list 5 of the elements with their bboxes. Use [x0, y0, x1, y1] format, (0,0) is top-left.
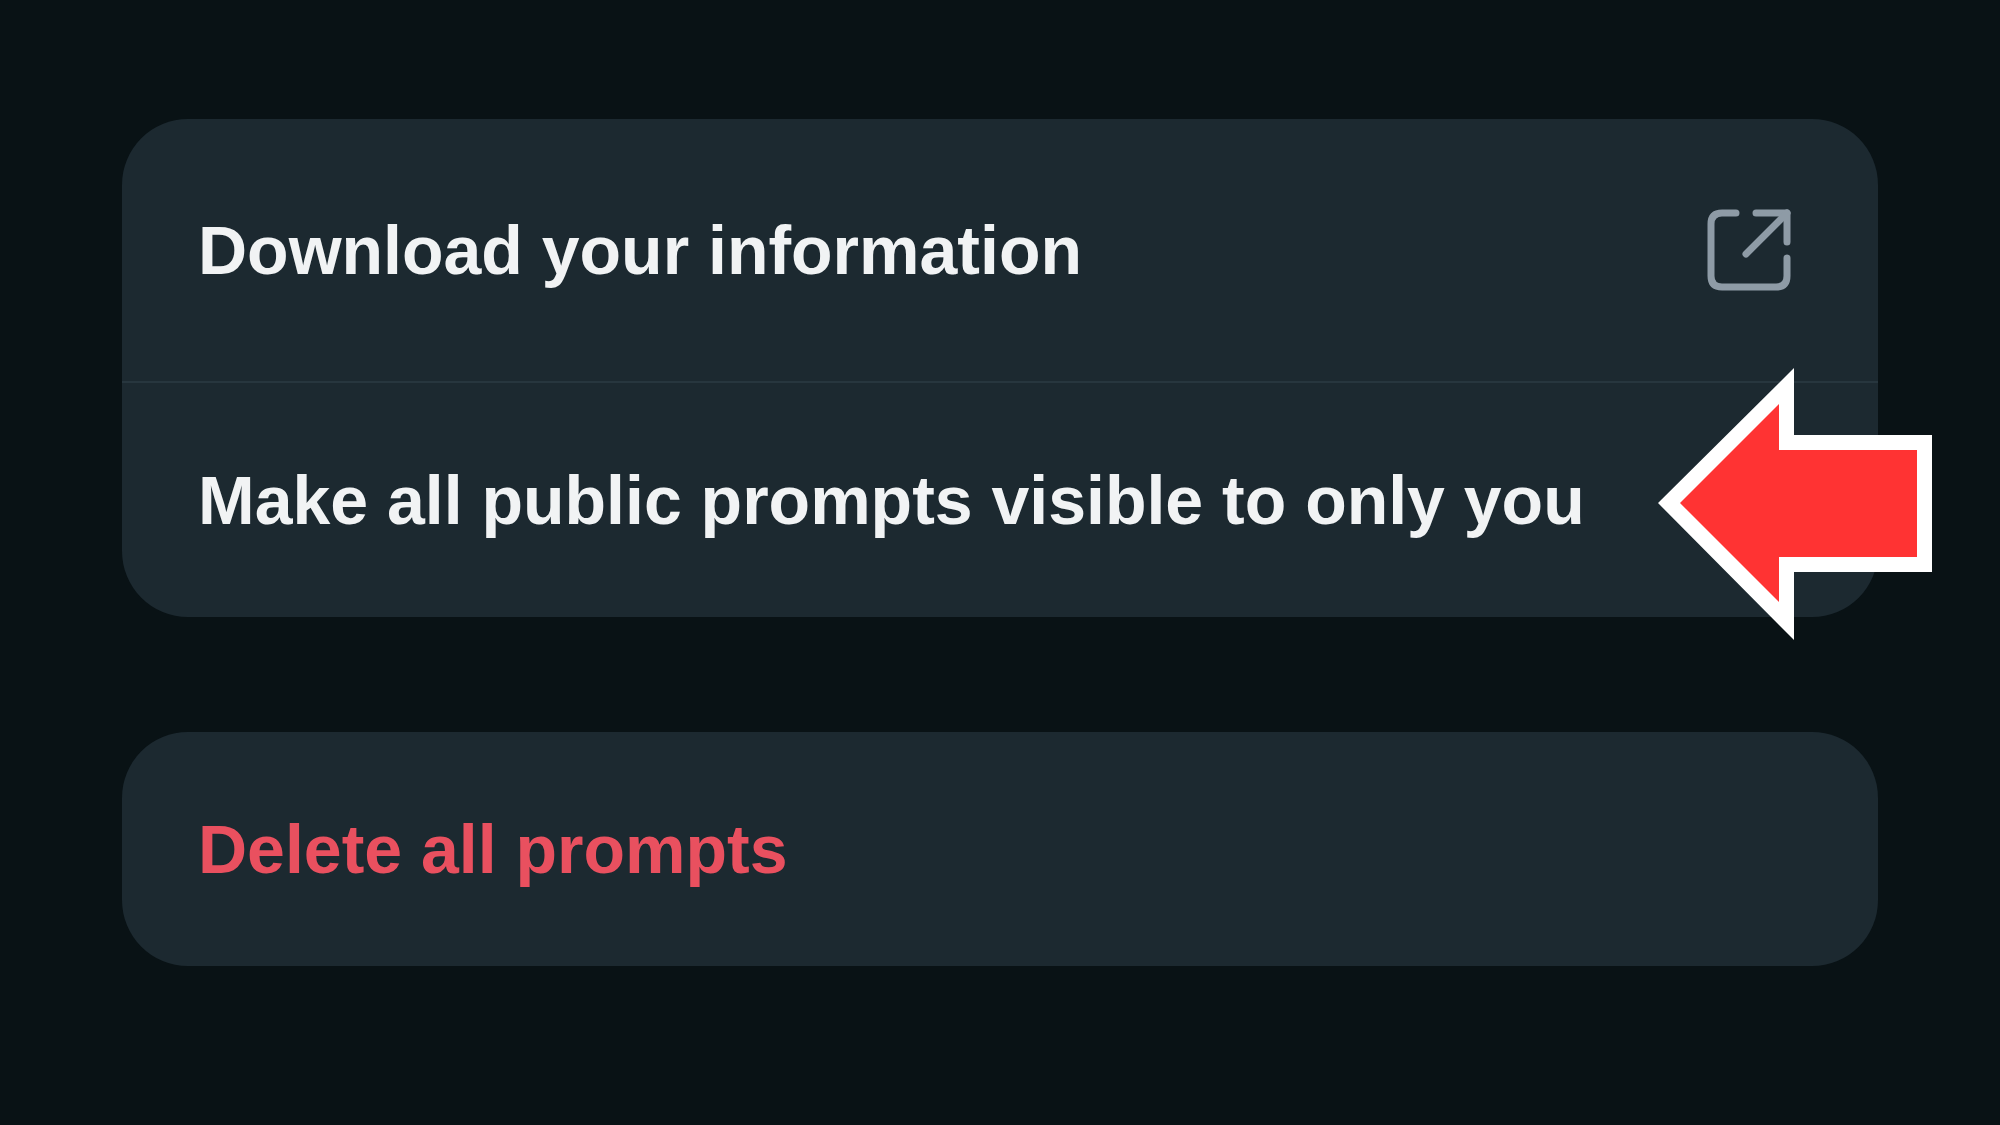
external-link-icon [1706, 208, 1792, 292]
menu-item[interactable]: Make all public prompts visible to only you [122, 383, 1635, 617]
menu-item[interactable]: Delete all prompts [122, 732, 838, 966]
left-arrow-icon [1658, 368, 1932, 640]
menu-item[interactable]: Download your information [122, 119, 1878, 381]
